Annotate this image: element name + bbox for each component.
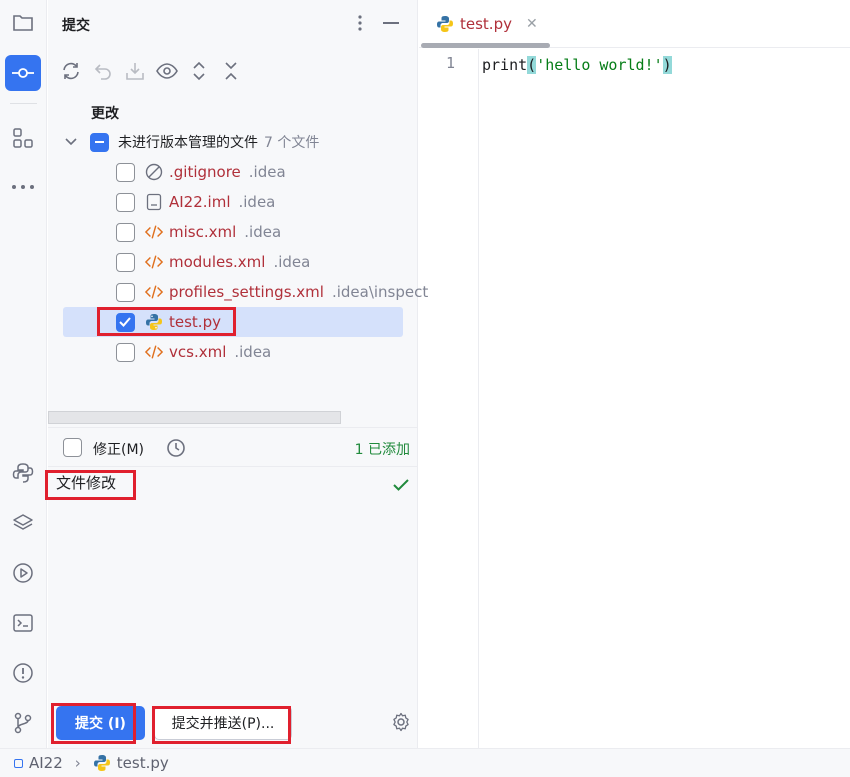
line-number-gutter: 1 [419, 49, 479, 748]
file-name: profiles_settings.xml [169, 283, 324, 301]
problems-icon[interactable] [5, 655, 41, 691]
file-checkbox-checked[interactable] [116, 312, 135, 332]
commit-message-input[interactable]: 文件修改 [56, 472, 116, 493]
more-tools-icon[interactable] [5, 169, 41, 205]
tool-window-strip [0, 0, 47, 748]
gear-icon[interactable] [391, 712, 411, 732]
python-file-icon [145, 313, 163, 331]
layers-icon[interactable] [5, 505, 41, 541]
chevron-right-icon: › [74, 754, 81, 772]
rollback-icon[interactable] [92, 58, 114, 84]
python-file-icon [93, 755, 110, 771]
file-name: modules.xml [169, 253, 266, 271]
commit-toolbar [60, 58, 242, 84]
close-icon[interactable]: ✕ [526, 16, 538, 32]
added-status: 1 已添加 [354, 442, 410, 458]
file-dir: .idea [234, 343, 272, 361]
file-row-test-py[interactable]: test.py [63, 307, 403, 337]
minimize-icon[interactable] [383, 22, 399, 24]
commit-icon[interactable] [5, 55, 41, 91]
file-checkbox[interactable] [116, 192, 135, 212]
file-name: test.py [169, 313, 221, 331]
commit-panel: 提交 更改 未进行版本管理的文件 7 个文件 .gitignore .idea … [48, 0, 428, 748]
file-dir: .idea\inspect [331, 283, 429, 301]
file-row-modules-xml[interactable]: modules.xml .idea [63, 247, 403, 277]
tab-label: test.py [460, 15, 512, 33]
commit-history-clock-icon[interactable] [166, 438, 186, 458]
chevron-down-icon[interactable] [64, 135, 78, 149]
expand-all-icon[interactable] [188, 58, 210, 84]
file-dir: .idea [273, 253, 311, 271]
horizontal-scrollbar[interactable] [48, 411, 341, 424]
file-row-vcs-xml[interactable]: vcs.xml .idea [63, 337, 403, 367]
iml-file-icon [145, 193, 163, 211]
tab-test-py[interactable]: test.py ✕ [419, 0, 551, 48]
options-menu-icon[interactable] [353, 12, 367, 34]
file-name: misc.xml [169, 223, 237, 241]
show-diff-eye-icon[interactable] [156, 58, 178, 84]
commit-button[interactable]: 提交 (I) [56, 706, 145, 740]
group-checkbox[interactable] [90, 132, 109, 152]
breadcrumb-file[interactable]: test.py [117, 754, 169, 772]
code-line-1[interactable]: print('hello world!') [482, 54, 672, 76]
commit-and-push-button[interactable]: 提交并推送(P)... [154, 706, 292, 740]
file-checkbox[interactable] [116, 162, 135, 182]
strip-separator [10, 103, 37, 104]
file-name: vcs.xml [169, 343, 227, 361]
python-console-icon[interactable] [5, 455, 41, 491]
unversioned-files-group[interactable]: 未进行版本管理的文件 7 个文件 [64, 130, 319, 154]
group-name: 未进行版本管理的文件 [118, 135, 258, 151]
code-string: 'hello world!' [536, 56, 663, 74]
xml-file-icon [145, 283, 163, 301]
file-dir: .idea [238, 193, 276, 211]
active-tab-indicator [421, 43, 550, 48]
file-row-misc-xml[interactable]: misc.xml .idea [63, 217, 403, 247]
file-row-gitignore[interactable]: .gitignore .idea [63, 157, 403, 187]
xml-file-icon [145, 223, 163, 241]
gitignore-icon [145, 163, 163, 181]
module-icon [14, 758, 23, 768]
services-icon[interactable] [5, 555, 41, 591]
code-func: print [482, 56, 528, 74]
amend-checkbox[interactable] [63, 438, 82, 457]
amend-row: 修正(M) 1 已添加 [48, 427, 418, 467]
file-row-profiles-settings-xml[interactable]: profiles_settings.xml .idea\inspect [63, 277, 428, 307]
file-name: AI22.iml [169, 193, 231, 211]
xml-file-icon [145, 343, 163, 361]
editor-tab-bar: test.py ✕ [419, 0, 850, 48]
git-branch-icon[interactable] [5, 705, 41, 741]
line-number: 1 [446, 54, 456, 72]
code-paren-open: ( [527, 56, 537, 74]
python-file-icon [437, 16, 453, 32]
amend-label[interactable]: 修正(M) [93, 439, 144, 459]
file-dir: .idea [244, 223, 282, 241]
status-bar: AI22 › test.py [0, 748, 850, 777]
breadcrumb-project[interactable]: AI22 [29, 754, 63, 772]
changes-section-label: 更改 [91, 106, 119, 122]
refresh-icon[interactable] [60, 58, 82, 84]
terminal-icon[interactable] [5, 605, 41, 641]
code-paren-close: ) [662, 56, 672, 74]
message-valid-check-icon [393, 479, 409, 491]
file-checkbox[interactable] [116, 282, 135, 302]
file-checkbox[interactable] [116, 342, 135, 362]
project-icon[interactable] [5, 5, 41, 41]
shelve-icon[interactable] [124, 58, 146, 84]
file-name: .gitignore [169, 163, 241, 181]
xml-file-icon [145, 253, 163, 271]
structure-icon[interactable] [5, 120, 41, 156]
group-file-count: 7 个文件 [264, 135, 320, 151]
panel-title: 提交 [62, 18, 90, 34]
checkmark-icon [119, 316, 131, 327]
file-checkbox[interactable] [116, 222, 135, 242]
file-dir: .idea [248, 163, 286, 181]
file-row-iml[interactable]: AI22.iml .idea [63, 187, 403, 217]
collapse-all-icon[interactable] [220, 58, 242, 84]
file-checkbox[interactable] [116, 252, 135, 272]
